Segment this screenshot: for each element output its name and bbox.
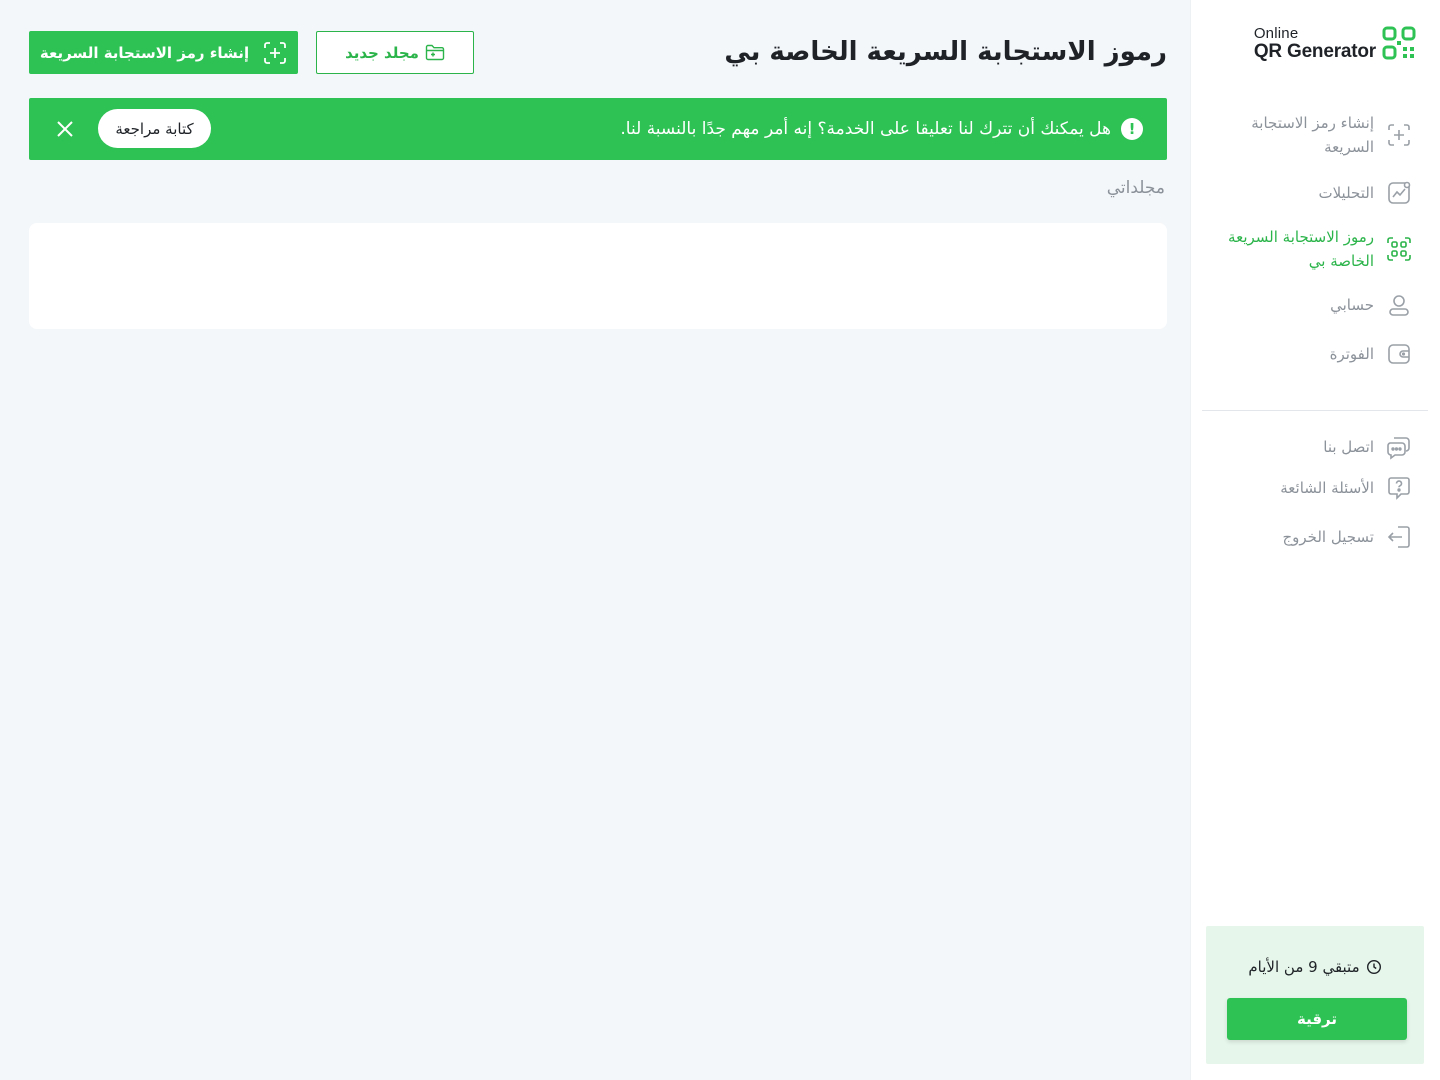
create-qr-label: إنشاء رمز الاستجابة السريعة — [39, 43, 250, 62]
sidebar-item-label: الأسئلة الشائعة — [1280, 479, 1374, 497]
page-title: رموز الاستجابة السريعة الخاصة بي — [724, 37, 1167, 67]
trial-panel: متبقي 9 من الأيام ترقية — [1206, 926, 1424, 1064]
banner-message: ! هل يمكنك أن تترك لنا تعليقا على الخدمة… — [620, 98, 1143, 160]
banner-text: هل يمكنك أن تترك لنا تعليقا على الخدمة؟ … — [620, 119, 1111, 139]
qr-codes-icon — [1387, 237, 1411, 261]
feedback-banner: ! هل يمكنك أن تترك لنا تعليقا على الخدمة… — [29, 98, 1167, 160]
analytics-icon — [1388, 181, 1411, 204]
sidebar-item-logout[interactable]: تسجيل الخروج — [1190, 518, 1440, 556]
faq-icon — [1388, 477, 1410, 500]
clock-icon — [1366, 959, 1381, 975]
trial-status: متبقي 9 من الأيام — [1206, 958, 1424, 976]
upgrade-button[interactable]: ترقية — [1227, 998, 1407, 1040]
sidebar-item-label: حسابي — [1330, 296, 1374, 314]
chat-icon — [1387, 437, 1410, 460]
sidebar-item-analytics[interactable]: التحليلات — [1190, 174, 1440, 212]
sidebar-divider — [1202, 410, 1428, 411]
logo-line2: QR Generator — [1253, 40, 1376, 62]
user-icon — [1389, 295, 1409, 316]
sidebar-item-label: التحليلات — [1318, 184, 1374, 202]
sidebar-item-my-qr-codes[interactable]: رموز الاستجابة السريعة الخاصة بي — [1190, 222, 1440, 276]
folders-heading: مجلداتي — [1106, 178, 1165, 198]
sidebar-item-contact[interactable]: اتصل بنا — [1190, 428, 1440, 466]
close-icon[interactable] — [53, 117, 77, 141]
new-folder-button[interactable]: مجلد جديد — [316, 31, 474, 74]
folders-container — [29, 223, 1167, 329]
write-review-button[interactable]: كتابة مراجعة — [98, 109, 211, 148]
qr-logo-icon — [1382, 26, 1416, 60]
new-folder-label: مجلد جديد — [345, 43, 419, 62]
logo[interactable]: Online QR Generator — [1241, 24, 1416, 62]
sidebar-item-create-qr[interactable]: إنشاء رمز الاستجابة السريعة — [1190, 108, 1440, 162]
folder-plus-icon — [425, 44, 445, 60]
logout-icon — [1387, 526, 1410, 548]
trial-days-left: متبقي 9 من الأيام — [1248, 958, 1360, 976]
alert-icon: ! — [1121, 118, 1143, 140]
sidebar-item-account[interactable]: حسابي — [1190, 286, 1440, 324]
sidebar-item-billing[interactable]: الفوترة — [1190, 335, 1440, 373]
logo-line1: Online — [1253, 24, 1299, 42]
sidebar-item-faq[interactable]: الأسئلة الشائعة — [1190, 469, 1440, 507]
sidebar-nav: إنشاء رمز الاستجابة السريعة التحليلات رم… — [1190, 108, 1440, 373]
sidebar-item-label: اتصل بنا — [1323, 438, 1374, 456]
sidebar-item-label: رموز الاستجابة السريعة الخاصة بي — [1228, 228, 1374, 270]
sidebar-item-label: إنشاء رمز الاستجابة السريعة — [1251, 114, 1374, 156]
sidebar-secondary-nav: اتصل بنا الأسئلة الشائعة تسجيل الخروج — [1190, 428, 1440, 556]
sidebar: Online QR Generator إنشاء رمز الاستجابة … — [1190, 0, 1440, 1080]
wallet-icon — [1388, 344, 1410, 364]
create-qr-button[interactable]: إنشاء رمز الاستجابة السريعة — [29, 31, 298, 74]
sidebar-item-label: الفوترة — [1329, 345, 1374, 363]
create-qr-icon — [1388, 124, 1410, 146]
create-qr-icon — [264, 41, 286, 64]
sidebar-item-label: تسجيل الخروج — [1282, 528, 1374, 546]
